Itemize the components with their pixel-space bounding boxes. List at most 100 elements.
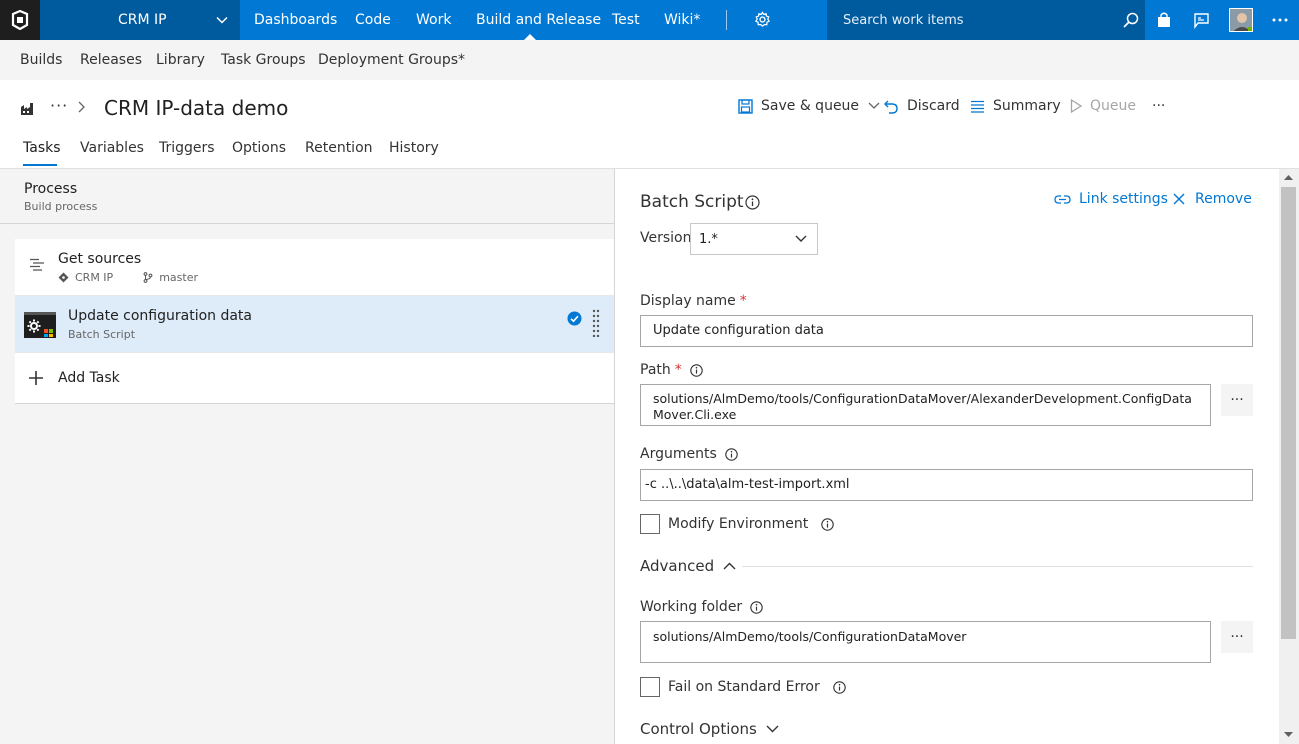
sub-nav: Builds Releases Library Task Groups Depl… (0, 40, 1299, 80)
modify-environment-text: Modify Environment (668, 516, 809, 532)
active-tab-indicator (23, 164, 57, 166)
summary-button[interactable]: Summary (970, 96, 1061, 116)
add-task-button[interactable]: Add Task (15, 353, 614, 404)
details-title-text: Batch Script (640, 192, 744, 212)
nav-divider (726, 10, 727, 30)
working-folder-browse-button[interactable]: ··· (1221, 621, 1253, 653)
add-task-label: Add Task (58, 370, 120, 386)
task-name: Get sources (58, 251, 142, 267)
link-icon (1054, 194, 1071, 205)
info-icon[interactable] (750, 600, 763, 614)
subnav-builds[interactable]: Builds (20, 52, 62, 68)
task-get-sources[interactable]: Get sources CRM IP master (15, 239, 614, 296)
details-title: Batch Script (640, 192, 744, 212)
remove-label: Remove (1195, 191, 1252, 207)
user-avatar[interactable] (1229, 8, 1253, 32)
more-options-icon[interactable] (1272, 18, 1288, 22)
scroll-down-arrow-icon[interactable] (1284, 732, 1293, 737)
chevron-down-icon[interactable] (868, 102, 880, 110)
link-settings-button[interactable]: Link settings (1054, 191, 1168, 207)
info-icon[interactable] (725, 447, 738, 461)
subnav-library[interactable]: Library (156, 52, 205, 68)
info-icon[interactable] (832, 680, 846, 694)
advanced-label: Advanced (640, 557, 715, 575)
version-select[interactable]: 1.* (690, 223, 818, 255)
subnav-deployment-groups[interactable]: Deployment Groups* (318, 52, 465, 68)
discard-button[interactable]: Discard (884, 96, 960, 116)
fail-on-stderr-checkbox[interactable] (640, 677, 660, 697)
version-value: 1.* (699, 232, 718, 247)
details-scrollbar[interactable] (1279, 169, 1299, 744)
version-label: Version (640, 230, 692, 246)
tab-triggers[interactable]: Triggers (159, 140, 215, 156)
project-selector[interactable]: CRM IP (40, 0, 240, 40)
save-icon (738, 98, 753, 114)
display-name-label: Display name * (640, 293, 747, 309)
chevron-down-icon (766, 725, 779, 733)
drag-handle-icon[interactable] (592, 309, 600, 337)
info-icon[interactable] (821, 517, 834, 531)
working-folder-label: Working folder (640, 599, 763, 615)
nav-wiki[interactable]: Wiki* (664, 12, 700, 28)
tab-tasks[interactable]: Tasks (23, 140, 61, 156)
tab-options[interactable]: Options (232, 140, 286, 156)
task-repo-info: CRM IP master (58, 271, 198, 284)
search-box (827, 0, 1145, 40)
modify-environment-checkbox[interactable] (640, 514, 660, 534)
feedback-icon[interactable] (1193, 12, 1210, 29)
close-icon (1173, 193, 1185, 205)
path-browse-button[interactable]: ··· (1221, 384, 1253, 416)
gear-icon[interactable] (754, 11, 771, 28)
tab-retention[interactable]: Retention (305, 140, 373, 156)
plus-icon (29, 371, 43, 385)
nav-work[interactable]: Work (416, 12, 451, 28)
toolbar-more-label: ··· (1152, 98, 1166, 114)
vsts-logo[interactable] (0, 0, 40, 40)
scrollbar-thumb[interactable] (1281, 187, 1296, 639)
top-bar: CRM IP Dashboards Code Work Build and Re… (0, 0, 1299, 40)
task-enabled-check-icon[interactable] (567, 311, 582, 326)
tab-history[interactable]: History (389, 140, 439, 156)
page-title: CRM IP-data demo (104, 96, 289, 120)
breadcrumb-chevron-icon (78, 101, 86, 113)
nav-test[interactable]: Test (612, 12, 640, 28)
git-icon (58, 272, 69, 283)
toolbar-more-button[interactable]: ··· (1152, 96, 1165, 116)
queue-button[interactable]: Queue (1070, 96, 1136, 116)
nav-code[interactable]: Code (355, 12, 391, 28)
marketplace-bag-icon[interactable] (1156, 12, 1172, 28)
task-list: Get sources CRM IP master Update configu… (15, 239, 614, 404)
remove-task-button[interactable]: Remove (1173, 191, 1252, 207)
path-label: Path * (640, 362, 703, 378)
scroll-up-arrow-icon[interactable] (1284, 175, 1293, 180)
display-name-field[interactable]: Update configuration data (640, 315, 1253, 347)
chevron-down-icon (216, 14, 228, 26)
process-title: Process (24, 181, 78, 197)
tab-variables[interactable]: Variables (80, 140, 144, 156)
process-header[interactable]: Process Build process (0, 169, 614, 224)
working-folder-field[interactable]: solutions/AlmDemo/tools/ConfigurationDat… (640, 621, 1211, 663)
search-input[interactable] (827, 0, 1117, 40)
play-icon (1070, 99, 1082, 113)
search-icon[interactable] (1123, 12, 1139, 28)
subnav-task-groups[interactable]: Task Groups (221, 52, 306, 68)
info-icon[interactable] (745, 195, 760, 210)
task-update-configuration-data[interactable]: Update configuration data Batch Script (15, 296, 614, 353)
summary-label: Summary (993, 98, 1061, 114)
save-and-queue-button[interactable]: Save & queue (738, 96, 880, 116)
arguments-field[interactable]: -c ..\..\data\alm-test-import.xml (640, 469, 1253, 501)
subnav-releases[interactable]: Releases (80, 52, 142, 68)
nav-dashboards[interactable]: Dashboards (254, 12, 337, 28)
control-options-section-toggle[interactable]: Control Options (640, 720, 779, 738)
path-field[interactable]: solutions/AlmDemo/tools/ConfigurationDat… (640, 384, 1211, 426)
advanced-section-toggle[interactable]: Advanced (640, 557, 736, 575)
task-branch-name: master (159, 271, 198, 284)
working-folder-label-text: Working folder (640, 599, 743, 615)
nav-build-and-release[interactable]: Build and Release (476, 12, 601, 28)
queue-label: Queue (1090, 98, 1136, 114)
project-name: CRM IP (118, 12, 167, 28)
arguments-label: Arguments (640, 446, 738, 462)
info-icon[interactable] (690, 363, 703, 377)
breadcrumb-more-button[interactable]: ··· (50, 96, 68, 115)
task-type: Batch Script (68, 328, 136, 341)
